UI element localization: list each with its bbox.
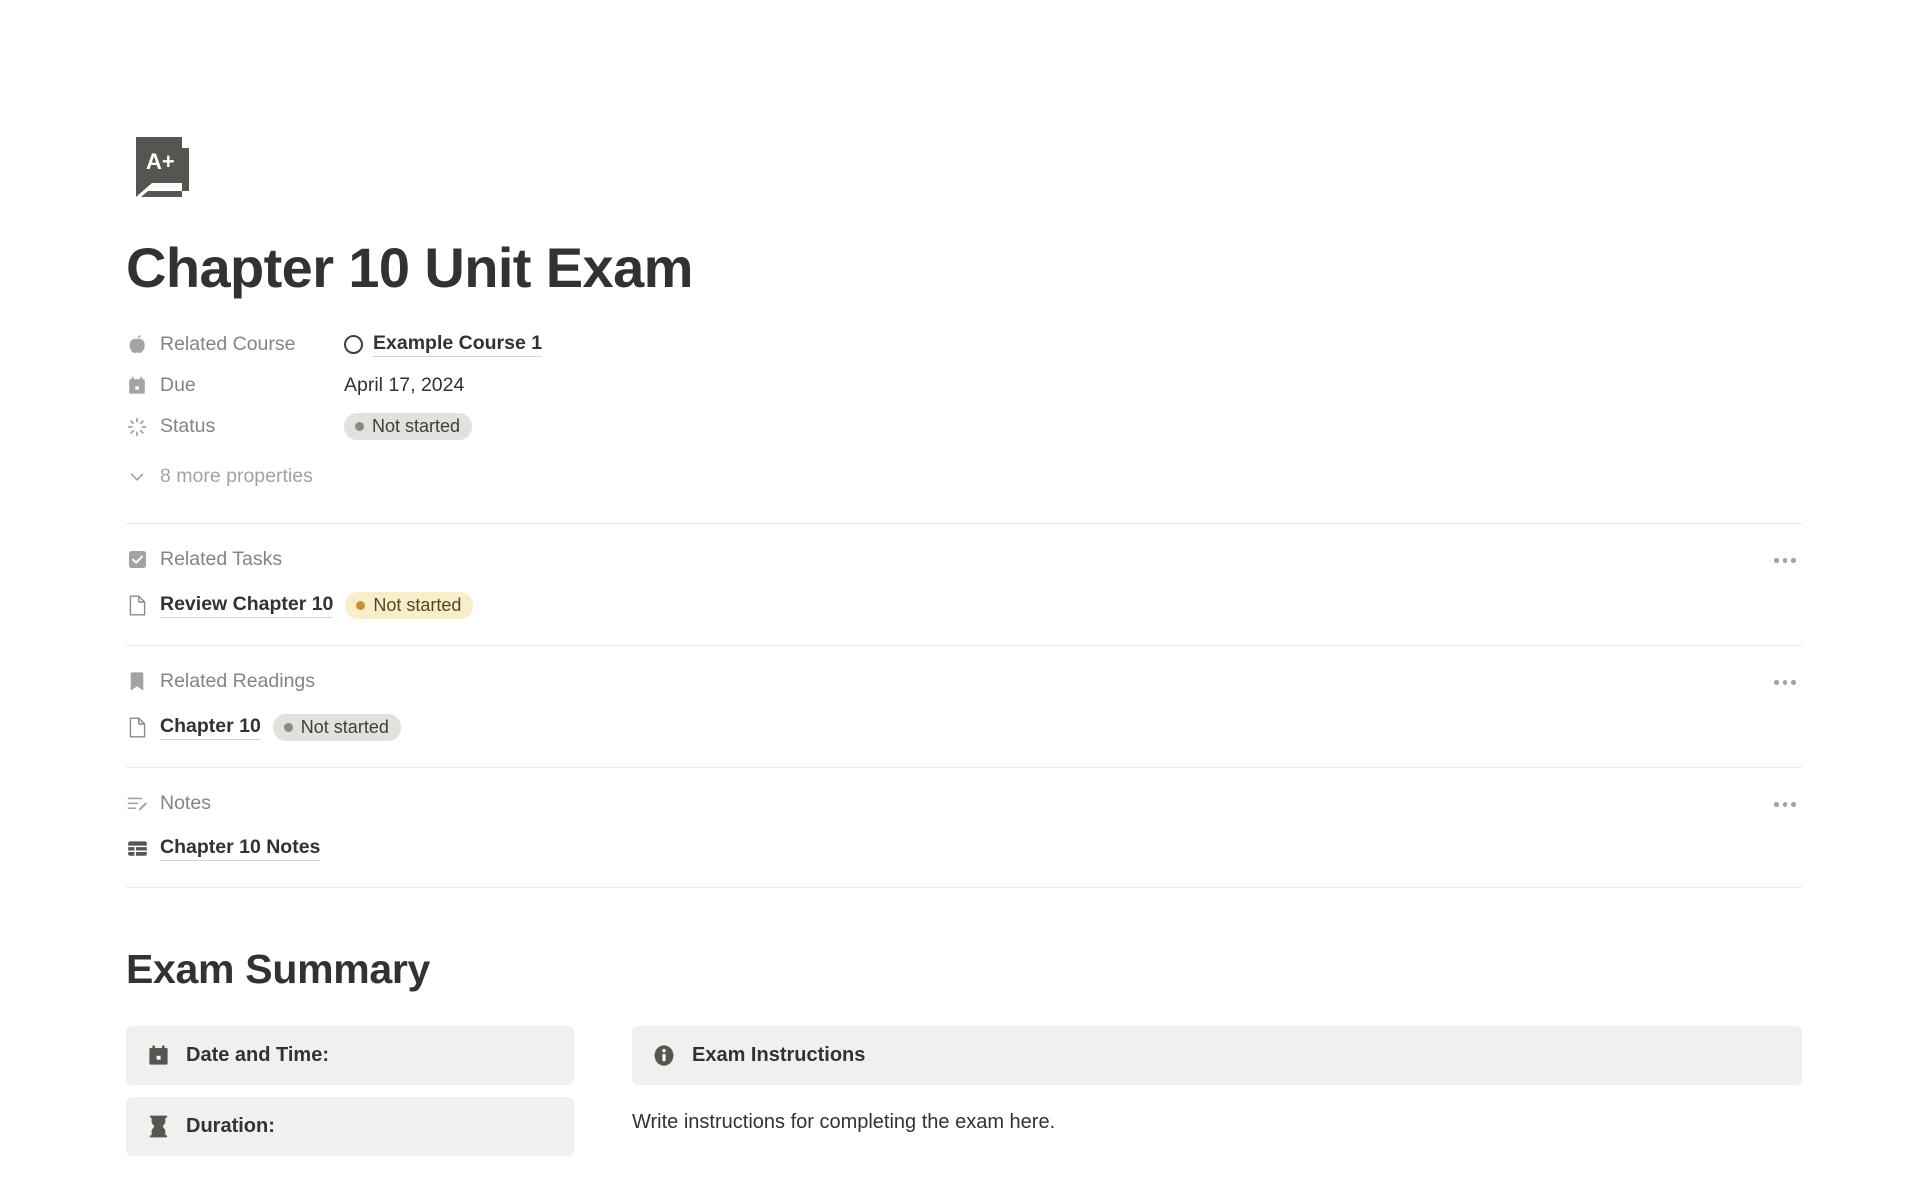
- hourglass-icon: [146, 1114, 170, 1138]
- dot-icon: [1782, 802, 1788, 807]
- checkbox-checked-icon: [126, 549, 148, 571]
- status-dot-icon: [356, 600, 366, 610]
- page-file-icon: [126, 595, 148, 617]
- dot-icon: [1791, 558, 1796, 563]
- property-label-status: Status: [126, 415, 344, 438]
- dot-icon: [1782, 558, 1788, 563]
- property-label-due: Due: [126, 374, 344, 397]
- exam-instructions-body[interactable]: Write instructions for completing the ex…: [632, 1107, 1802, 1137]
- exam-summary-heading[interactable]: Exam Summary: [126, 946, 1802, 993]
- property-value-related-course[interactable]: Example Course 1: [344, 332, 543, 358]
- status-badge-label: Not started: [372, 416, 461, 437]
- section-title: Notes: [160, 792, 211, 815]
- exam-summary-grid: Date and Time: Duration: Exam Instructio…: [126, 1026, 1802, 1157]
- list-item[interactable]: Chapter 10 Notes: [126, 836, 1802, 862]
- section-related-readings: Related Readings Chapter 10 Not started: [126, 646, 1802, 767]
- relation-chip[interactable]: Example Course 1: [344, 332, 543, 358]
- list-item-title[interactable]: Chapter 10 Notes: [160, 836, 321, 862]
- info-icon: [652, 1043, 676, 1067]
- page-title[interactable]: Chapter 10 Unit Exam: [126, 238, 1802, 298]
- section-options-menu[interactable]: [1768, 670, 1802, 694]
- list-item-title[interactable]: Chapter 10: [160, 715, 261, 741]
- callout-label: Exam Instructions: [692, 1043, 866, 1066]
- callout-label: Date and Time:: [186, 1043, 329, 1066]
- calendar-icon: [146, 1043, 170, 1067]
- status-dot-icon: [283, 722, 293, 732]
- property-row-related-course[interactable]: Related Course Example Course 1: [126, 324, 1802, 365]
- list-item-status-label: Not started: [300, 717, 389, 738]
- dot-icon: [1774, 802, 1779, 807]
- callout-duration[interactable]: Duration:: [126, 1097, 574, 1157]
- chevron-down-icon: [126, 466, 148, 488]
- summary-left-column: Date and Time: Duration:: [126, 1026, 574, 1157]
- status-badge[interactable]: Not started: [344, 413, 473, 441]
- section-notes: Notes Chapter 10 Notes: [126, 768, 1802, 887]
- relation-chip-label: Example Course 1: [373, 332, 543, 358]
- exam-a-plus-icon[interactable]: A+: [126, 131, 200, 205]
- list-item[interactable]: Chapter 10 Not started: [126, 714, 1802, 742]
- section-header-related-tasks: Related Tasks: [126, 548, 1802, 571]
- status-spinner-icon: [126, 416, 148, 438]
- list-item[interactable]: Review Chapter 10 Not started: [126, 592, 1802, 620]
- more-properties-label: 8 more properties: [160, 465, 313, 488]
- calendar-icon: [126, 375, 148, 397]
- property-row-status[interactable]: Status Not started: [126, 406, 1802, 447]
- apple-icon: [126, 334, 148, 356]
- status-dot-icon: [355, 421, 364, 431]
- dot-icon: [1774, 680, 1779, 685]
- svg-text:A+: A+: [146, 149, 175, 174]
- due-date-text: April 17, 2024: [344, 374, 465, 397]
- property-label-related-course: Related Course: [126, 333, 344, 356]
- dot-icon: [1791, 802, 1796, 807]
- properties-list: Related Course Example Course 1 Due Apri…: [126, 324, 1802, 488]
- list-item-status-badge[interactable]: Not started: [345, 592, 474, 620]
- property-label-text: Related Course: [160, 333, 296, 356]
- course-circle-icon: [344, 335, 363, 355]
- property-label-text: Due: [160, 374, 196, 397]
- callout-date-and-time[interactable]: Date and Time:: [126, 1026, 574, 1086]
- dot-icon: [1791, 680, 1796, 685]
- page-content: A+ Chapter 10 Unit Exam Related Course E…: [126, 0, 1802, 1157]
- section-header-notes: Notes: [126, 792, 1802, 815]
- callout-exam-instructions[interactable]: Exam Instructions: [632, 1026, 1802, 1086]
- property-row-due[interactable]: Due April 17, 2024: [126, 365, 1802, 406]
- bookmark-icon: [126, 671, 148, 693]
- section-options-menu[interactable]: [1768, 548, 1802, 572]
- section-options-menu[interactable]: [1768, 792, 1802, 816]
- dot-icon: [1782, 680, 1788, 685]
- dot-icon: [1774, 558, 1779, 563]
- section-related-tasks: Related Tasks Review Chapter 10 Not star…: [126, 524, 1802, 645]
- table-grid-icon: [126, 838, 148, 860]
- summary-right-column: Exam Instructions Write instructions for…: [632, 1026, 1802, 1156]
- notes-edit-icon: [126, 793, 148, 815]
- callout-label: Duration:: [186, 1114, 275, 1137]
- section-header-related-readings: Related Readings: [126, 670, 1802, 693]
- property-value-due[interactable]: April 17, 2024: [344, 374, 464, 397]
- list-item-title[interactable]: Review Chapter 10: [160, 593, 334, 619]
- section-title: Related Readings: [160, 670, 316, 693]
- list-item-status-badge[interactable]: Not started: [272, 714, 401, 742]
- more-properties-toggle[interactable]: 8 more properties: [126, 465, 1802, 488]
- list-item-status-label: Not started: [373, 595, 462, 616]
- section-title: Related Tasks: [160, 548, 283, 571]
- property-value-status[interactable]: Not started: [344, 413, 473, 441]
- page-root: A+ Chapter 10 Unit Exam Related Course E…: [0, 0, 1920, 1199]
- property-label-text: Status: [160, 415, 216, 438]
- page-file-icon: [126, 717, 148, 739]
- section-divider-3: [126, 887, 1802, 889]
